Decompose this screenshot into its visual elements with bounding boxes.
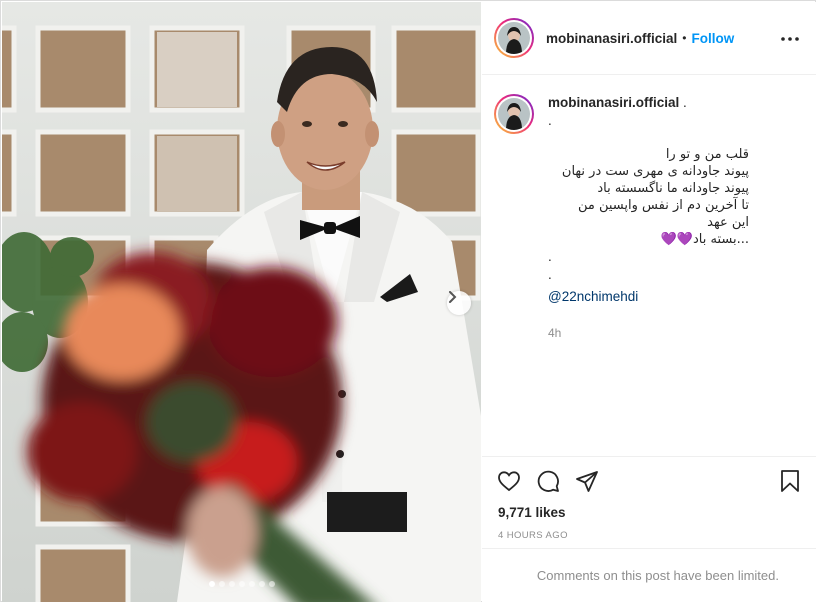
caption-line: ...بسته باد (692, 232, 749, 247)
comment-icon[interactable] (536, 469, 560, 493)
caption-line: این عهد (707, 215, 749, 230)
caption-time: 4h (548, 326, 562, 340)
caption-avatar[interactable] (494, 94, 534, 134)
header-username[interactable]: mobinanasiri.official (546, 31, 677, 46)
share-icon[interactable] (575, 469, 599, 493)
carousel-dot (268, 581, 275, 587)
profile-picture (498, 98, 530, 130)
comments-limited-notice: Comments on this post have been limited. (482, 548, 816, 602)
separator-dot: • (682, 31, 687, 45)
caption-body: mobinanasiri.official . . قلب من و تو را… (548, 94, 798, 342)
caption-line: قلب من و تو را (665, 147, 749, 162)
heart-icon[interactable] (497, 469, 521, 493)
follow-button[interactable]: Follow (691, 31, 734, 46)
wedding-photo-illustration (2, 2, 481, 602)
action-bar: 9,771 likes 4 HOURS AGO (482, 456, 816, 548)
profile-picture (498, 22, 530, 54)
avatar[interactable] (494, 18, 534, 58)
chevron-right-icon (449, 291, 457, 303)
more-options-button[interactable] (780, 29, 800, 49)
bookmark-icon[interactable] (778, 469, 802, 493)
instagram-post: mobinanasiri.official • Follow mobinanas… (0, 0, 816, 602)
carousel-dot (248, 581, 255, 587)
caption-poem: قلب من و تو را پیوند جاودانه ی مهری ست د… (548, 146, 749, 248)
caption-line: پیوند جاودانه ی مهری ست در نهان (561, 164, 749, 179)
carousel-dot (228, 581, 235, 587)
carousel-next-button[interactable] (447, 291, 471, 315)
caption-username[interactable]: mobinanasiri.official (548, 95, 679, 110)
caption-section: mobinanasiri.official . . قلب من و تو را… (482, 76, 816, 456)
post-header: mobinanasiri.official • Follow (482, 2, 816, 75)
caption-line-hearts: ...بسته باد💜💜 (548, 231, 749, 248)
carousel-dot (238, 581, 245, 587)
caption-dot-line: . (548, 113, 552, 128)
carousel-dot (218, 581, 225, 587)
caption-name-dot: . (683, 95, 687, 110)
caption-line: تا آخرین دم از نفس واپسین من (578, 198, 749, 213)
more-horizontal-icon (781, 37, 799, 41)
caption-line: . (548, 267, 552, 282)
carousel-indicator (2, 581, 481, 587)
mention-link[interactable]: @22nchimehdi (548, 288, 798, 306)
post-side-panel: mobinanasiri.official • Follow mobinanas… (482, 2, 816, 602)
caption-line: پیوند جاودانه ما ناگسسته باد (597, 181, 749, 196)
purple-heart-emoji: 💜💜 (660, 232, 693, 247)
carousel-dot (208, 581, 215, 587)
carousel-dot (258, 581, 265, 587)
post-timestamp[interactable]: 4 HOURS AGO (498, 530, 568, 541)
likes-count[interactable]: 9,771 likes (498, 505, 566, 520)
caption-line: . (548, 249, 552, 264)
post-photo[interactable] (2, 2, 481, 602)
